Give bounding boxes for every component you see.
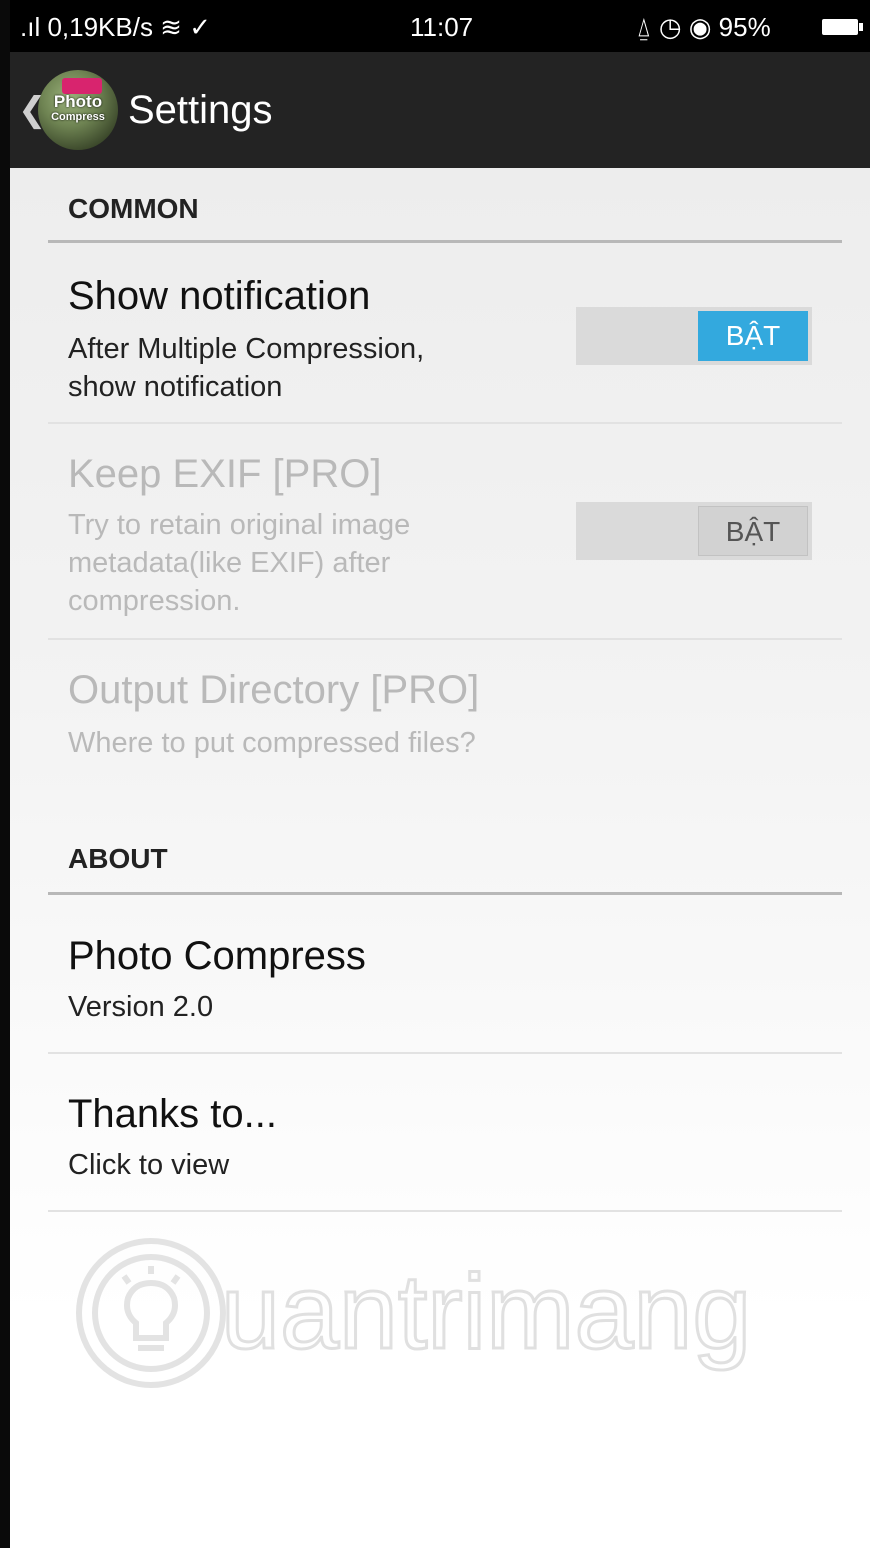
pref-title: Photo Compress — [68, 934, 366, 978]
lightbulb-icon — [76, 1238, 226, 1388]
phone-screen: .ıl 0,19KB/s ≋ ✓ 11:07 ⍙ ◷ ◉ 95% ❮ Photo… — [0, 0, 870, 1548]
action-bar: ❮ Photo Compress Settings — [10, 52, 870, 168]
page-title: Settings — [128, 88, 273, 132]
pref-summary: Where to put compressed files? — [68, 727, 476, 759]
pref-summary: After Multiple Compression, show notific… — [68, 330, 424, 406]
list-divider — [48, 638, 842, 640]
pref-title: Thanks to... — [68, 1092, 277, 1136]
status-indicators: ⍙ ◷ ◉ 95% — [636, 12, 771, 42]
section-divider — [48, 892, 842, 895]
logo-text-compress: Compress — [51, 111, 105, 123]
pref-title: Keep EXIF [PRO] — [68, 452, 382, 496]
toggle-thumb: BẬT — [698, 311, 808, 361]
section-header-common: COMMON — [68, 193, 199, 224]
pref-summary-line: After Multiple Compression, — [68, 333, 425, 365]
signal-speed-indicator: .ıl 0,19KB/s ≋ ✓ — [20, 12, 211, 42]
pref-summary-line: metadata(like EXIF) after — [68, 547, 391, 579]
status-bar: .ıl 0,19KB/s ≋ ✓ 11:07 ⍙ ◷ ◉ 95% — [10, 0, 870, 52]
pref-summary-line: show notification — [68, 371, 283, 403]
pref-summary: Try to retain original image metadata(li… — [68, 506, 410, 620]
pref-summary: Click to view — [68, 1149, 230, 1181]
show-notification-toggle[interactable]: BẬT — [576, 307, 812, 365]
watermark: uantrimang — [76, 1238, 753, 1388]
toggle-thumb: BẬT — [698, 506, 808, 556]
watermark-text: uantrimang — [221, 1253, 751, 1371]
section-header-about: ABOUT — [68, 843, 168, 874]
app-logo[interactable]: Photo Compress — [38, 70, 118, 150]
battery-icon — [822, 19, 863, 35]
list-divider — [48, 422, 842, 424]
pref-summary-line: Try to retain original image — [68, 509, 411, 541]
pref-summary-line: compression. — [68, 585, 241, 617]
clock: 11:07 — [410, 12, 474, 42]
list-divider — [48, 1210, 842, 1212]
pref-title: Show notification — [68, 274, 371, 318]
keep-exif-toggle[interactable]: BẬT — [576, 502, 812, 560]
list-divider — [48, 1052, 842, 1054]
pref-title: Output Directory [PRO] — [68, 668, 480, 712]
section-divider — [48, 240, 842, 243]
pref-summary: Version 2.0 — [68, 991, 214, 1023]
logo-text-photo: Photo — [53, 92, 103, 111]
